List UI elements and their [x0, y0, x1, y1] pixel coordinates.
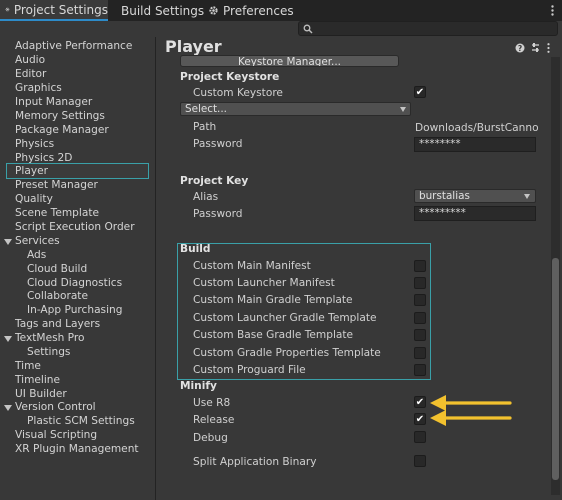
- custom-launcher-manifest-checkbox[interactable]: [414, 277, 426, 289]
- sidebar-item-in-app-purchasing[interactable]: In-App Purchasing: [27, 304, 122, 317]
- custom-main-gradle-template-label: Custom Main Gradle Template: [193, 294, 353, 306]
- use-r8-checkbox[interactable]: ✔: [414, 396, 426, 408]
- sidebar-item-quality[interactable]: Quality: [15, 193, 53, 206]
- custom-main-manifest-checkbox[interactable]: [414, 260, 426, 272]
- custom-keystore-label: Custom Keystore: [193, 87, 283, 99]
- custom-proguard-file-checkbox[interactable]: [414, 364, 426, 376]
- checkmark-icon: ✔: [415, 397, 425, 408]
- keystore-password-field[interactable]: ********: [414, 137, 536, 152]
- sidebar-item-visual-scripting[interactable]: Visual Scripting: [15, 429, 97, 442]
- split-application-binary-label: Split Application Binary: [193, 456, 317, 468]
- sidebar-item-audio[interactable]: Audio: [15, 54, 45, 67]
- keystore-path-value: Downloads/BurstCannon: [415, 122, 539, 134]
- help-icon[interactable]: ?: [515, 43, 525, 53]
- custom-main-gradle-template-checkbox[interactable]: [414, 294, 426, 306]
- arrow-annotation: [430, 410, 512, 426]
- key-password-label: Password: [193, 208, 243, 220]
- sidebar-item-ui-builder[interactable]: UI Builder: [15, 388, 67, 401]
- path-label: Path: [193, 121, 217, 133]
- custom-gradle-properties-template-label: Custom Gradle Properties Template: [193, 347, 381, 359]
- custom-launcher-gradle-template-label: Custom Launcher Gradle Template: [193, 312, 377, 324]
- keystore-password-label: Password: [193, 138, 243, 150]
- sidebar-item-xr-plugin-management[interactable]: XR Plugin Management: [15, 443, 139, 456]
- minify-header: Minify: [180, 380, 217, 392]
- custom-keystore-checkbox[interactable]: ✔: [414, 86, 426, 98]
- sidebar-item-scene-template[interactable]: Scene Template: [15, 207, 99, 220]
- sidebar-item-adaptive-performance[interactable]: Adaptive Performance: [15, 40, 132, 53]
- sidebar-item-editor[interactable]: Editor: [15, 68, 46, 81]
- custom-launcher-manifest-label: Custom Launcher Manifest: [193, 277, 335, 289]
- sidebar-item-ads[interactable]: Ads: [27, 249, 46, 262]
- custom-launcher-gradle-template-checkbox[interactable]: [414, 312, 426, 324]
- custom-proguard-file-label: Custom Proguard File: [193, 364, 306, 376]
- key-password-field[interactable]: *********: [414, 206, 536, 221]
- sidebar-item-package-manager[interactable]: Package Manager: [15, 124, 109, 137]
- sidebar-item-plastic-scm-settings[interactable]: Plastic SCM Settings: [27, 415, 135, 428]
- custom-base-gradle-template-checkbox[interactable]: [414, 329, 426, 341]
- keystore-select-value: Select...: [185, 103, 227, 115]
- gear-icon: [209, 6, 218, 15]
- tab-build-settings[interactable]: Build Settings: [121, 0, 205, 21]
- sidebar-item-cloud-build[interactable]: Cloud Build: [27, 263, 87, 276]
- alias-dropdown[interactable]: burstalias: [414, 189, 536, 203]
- chevron-down-icon: [400, 107, 406, 112]
- search-icon: [303, 24, 313, 34]
- sidebar-item-collaborate[interactable]: Collaborate: [27, 290, 88, 303]
- release-checkbox[interactable]: ✔: [414, 413, 426, 425]
- tab-project-settings[interactable]: Project Settings: [0, 0, 108, 21]
- custom-base-gradle-template-label: Custom Base Gradle Template: [193, 329, 354, 341]
- release-label: Release: [193, 414, 235, 426]
- page-title: Player: [165, 37, 222, 56]
- tab-preferences[interactable]: Preferences: [208, 0, 298, 21]
- sidebar-item-textmesh-pro[interactable]: TextMesh Pro: [15, 332, 85, 345]
- sidebar-item-preset-manager[interactable]: Preset Manager: [15, 179, 98, 192]
- gear-icon: [5, 7, 10, 12]
- project-keystore-header: Project Keystore: [180, 71, 280, 83]
- sidebar-item-graphics[interactable]: Graphics: [15, 82, 62, 95]
- expand-arrow-icon[interactable]: [4, 239, 12, 245]
- debug-checkbox[interactable]: [414, 431, 426, 443]
- sidebar-item-player[interactable]: Player: [15, 165, 48, 178]
- sidebar-item-time[interactable]: Time: [15, 360, 41, 373]
- sidebar-item-cloud-diagnostics[interactable]: Cloud Diagnostics: [27, 277, 122, 290]
- keystore-select-dropdown[interactable]: Select...: [180, 102, 411, 116]
- sidebar-item-timeline[interactable]: Timeline: [15, 374, 60, 387]
- alias-label: Alias: [193, 191, 219, 203]
- sidebar-item-tags-and-layers[interactable]: Tags and Layers: [15, 318, 100, 331]
- tab-label: Preferences: [223, 3, 294, 18]
- sidebar-item-services[interactable]: Services: [15, 235, 60, 248]
- expand-arrow-icon[interactable]: [4, 405, 12, 411]
- scrollbar-thumb[interactable]: [552, 258, 559, 480]
- svg-text:?: ?: [518, 44, 522, 53]
- tab-label: Project Settings: [13, 2, 108, 17]
- kebab-menu-icon[interactable]: [551, 5, 554, 16]
- sidebar-item-textmesh-settings[interactable]: Settings: [27, 346, 70, 359]
- sidebar-item-version-control[interactable]: Version Control: [15, 401, 96, 414]
- sidebar-item-input-manager[interactable]: Input Manager: [15, 96, 92, 109]
- sidebar-item-script-execution-order[interactable]: Script Execution Order: [15, 221, 135, 234]
- tab-label: Build Settings: [121, 3, 205, 18]
- custom-main-manifest-label: Custom Main Manifest: [193, 260, 311, 272]
- chevron-down-icon: [524, 194, 530, 199]
- expand-arrow-icon[interactable]: [4, 336, 12, 342]
- preset-icon[interactable]: [530, 42, 541, 53]
- custom-gradle-properties-template-checkbox[interactable]: [414, 347, 426, 359]
- checkmark-icon: ✔: [415, 87, 425, 98]
- keystore-manager-button[interactable]: Keystore Manager...: [180, 55, 399, 67]
- build-header: Build: [180, 243, 211, 255]
- use-r8-label: Use R8: [193, 397, 231, 409]
- project-key-header: Project Key: [180, 175, 249, 187]
- sidebar-item-physics[interactable]: Physics: [15, 138, 54, 151]
- alias-value: burstalias: [419, 190, 470, 202]
- checkmark-icon: ✔: [415, 414, 425, 425]
- search-input[interactable]: [298, 21, 558, 36]
- debug-label: Debug: [193, 432, 228, 444]
- kebab-menu-icon[interactable]: [547, 43, 550, 53]
- sidebar-item-memory-settings[interactable]: Memory Settings: [15, 110, 105, 123]
- split-application-binary-checkbox[interactable]: [414, 455, 426, 467]
- sidebar-item-physics-2d[interactable]: Physics 2D: [15, 152, 72, 165]
